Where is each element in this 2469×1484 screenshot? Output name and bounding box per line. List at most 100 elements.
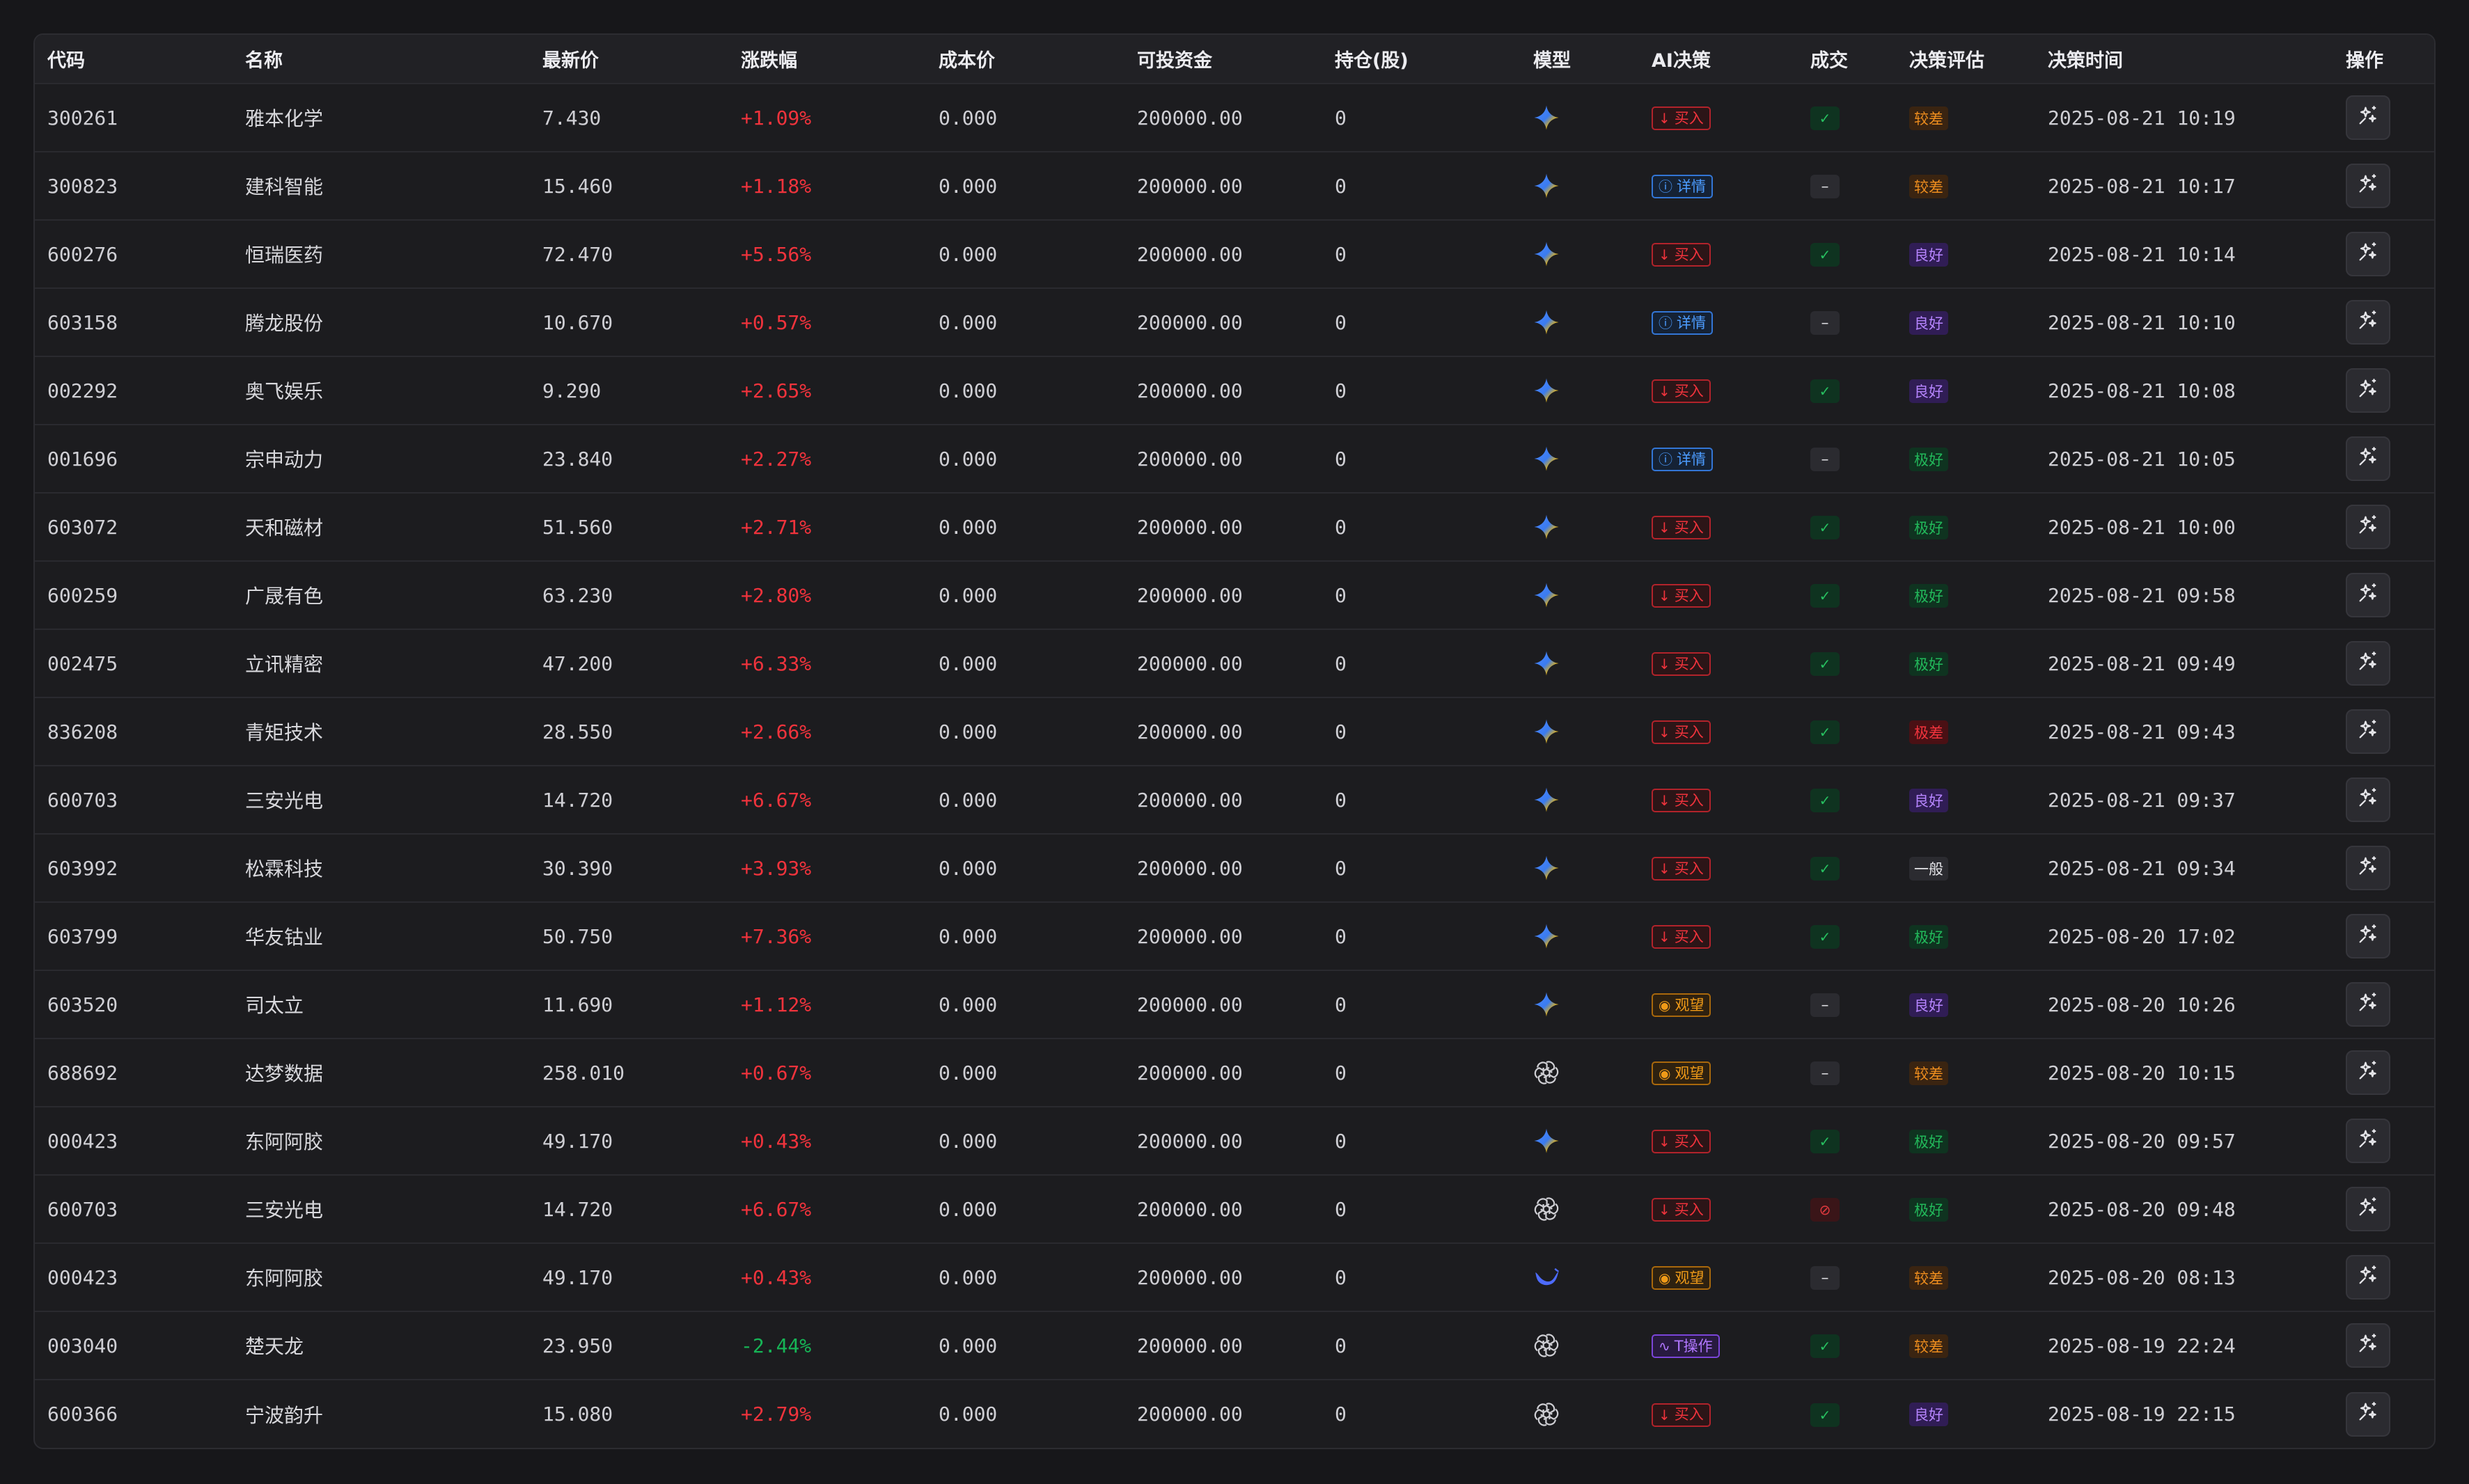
table-row[interactable]: 603072 天和磁材 51.560 +2.71% 0.000 200000.00 0 ↓ 买入…	[35, 493, 2434, 561]
ai-analyze-button[interactable]	[2346, 232, 2390, 276]
change-percent: -2.44%	[741, 1334, 812, 1357]
stock-code: 300823	[47, 174, 118, 198]
ai-decision-cell: ↓ 买入	[1639, 1107, 1798, 1175]
latest-price: 9.290	[542, 379, 602, 402]
sparkle-wand-icon	[2356, 922, 2380, 951]
ai-decision-badge[interactable]: ↓ 买入	[1652, 516, 1711, 539]
col-change[interactable]: 涨跌幅	[728, 35, 926, 84]
col-cost[interactable]: 成本价	[926, 35, 1124, 84]
ai-decision-badge[interactable]: ∿ T操作	[1652, 1334, 1720, 1358]
action-cell	[2333, 220, 2434, 288]
ai-analyze-button[interactable]	[2346, 1119, 2390, 1163]
ai-decision-badge[interactable]: ⓘ 详情	[1652, 175, 1713, 198]
model-cell	[1521, 766, 1639, 834]
gemini-model-icon	[1533, 853, 1639, 883]
ai-decision-badge[interactable]: ◉ 观望	[1652, 1266, 1711, 1290]
ai-analyze-button[interactable]	[2346, 1050, 2390, 1095]
ai-analyze-button[interactable]	[2346, 914, 2390, 958]
ai-decision-badge[interactable]: ◉ 观望	[1652, 993, 1711, 1017]
stock-code: 002475	[47, 652, 118, 675]
ai-analyze-button[interactable]	[2346, 1323, 2390, 1368]
arrow-down-icon: ↓	[1659, 587, 1670, 604]
ai-analyze-button[interactable]	[2346, 368, 2390, 413]
action-cell	[2333, 1311, 2434, 1380]
col-hold[interactable]: 持仓(股)	[1322, 35, 1521, 84]
ai-analyze-button[interactable]	[2346, 573, 2390, 617]
table-row[interactable]: 600276 恒瑞医药 72.470 +5.56% 0.000 200000.00 0 ↓ 买入…	[35, 220, 2434, 288]
eval-cell: 极好	[1897, 493, 2035, 561]
col-price[interactable]: 最新价	[530, 35, 728, 84]
ai-decision-badge[interactable]: ◉ 观望	[1652, 1061, 1711, 1085]
ai-decision-badge[interactable]: ↓ 买入	[1652, 789, 1711, 812]
table-row[interactable]: 000423 东阿阿胶 49.170 +0.43% 0.000 200000.00 0 ◉ 观望…	[35, 1243, 2434, 1311]
decision-time: 2025-08-21 09:43	[2048, 720, 2236, 743]
ai-analyze-button[interactable]	[2346, 777, 2390, 822]
ai-decision-badge[interactable]: ↓ 买入	[1652, 1403, 1711, 1427]
table-row[interactable]: 300261 雅本化学 7.430 +1.09% 0.000 200000.00 0 ↓ 买入 ✓…	[35, 84, 2434, 152]
ai-decision-badge[interactable]: ⓘ 详情	[1652, 448, 1713, 471]
decision-label: 买入	[1674, 791, 1704, 809]
col-time[interactable]: 决策时间	[2035, 35, 2333, 84]
table-row[interactable]: 600366 宁波韵升 15.080 +2.79% 0.000 200000.00 0 ↓ 买入…	[35, 1380, 2434, 1448]
table-body: 300261 雅本化学 7.430 +1.09% 0.000 200000.00 0 ↓ 买入 ✓…	[35, 84, 2434, 1448]
ai-decision-badge[interactable]: ↓ 买入	[1652, 584, 1711, 608]
decision-label: 买入	[1674, 723, 1704, 741]
ai-analyze-button[interactable]	[2346, 300, 2390, 345]
ai-decision-badge[interactable]: ↓ 买入	[1652, 379, 1711, 403]
ai-analyze-button[interactable]	[2346, 641, 2390, 686]
eval-badge: 较差	[1909, 1265, 1948, 1290]
ai-decision-badge[interactable]: ↓ 买入	[1652, 925, 1711, 949]
table-row[interactable]: 836208 青矩技术 28.550 +2.66% 0.000 200000.00 0 ↓ 买入…	[35, 697, 2434, 766]
ai-decision-cell: ↓ 买入	[1639, 1175, 1798, 1243]
table-row[interactable]: 002292 奥飞娱乐 9.290 +2.65% 0.000 200000.00 0 ↓ 买入 ✓…	[35, 356, 2434, 425]
ai-analyze-button[interactable]	[2346, 1391, 2390, 1437]
investable-funds: 200000.00	[1137, 174, 1243, 198]
decision-label: 买入	[1674, 382, 1704, 400]
table-row[interactable]: 002475 立讯精密 47.200 +6.33% 0.000 200000.00 0 ↓ 买入…	[35, 629, 2434, 697]
cost-price: 0.000	[939, 924, 998, 948]
deal-cell: –	[1798, 152, 1897, 220]
ai-decision-badge[interactable]: ↓ 买入	[1652, 243, 1711, 267]
table-row[interactable]: 600703 三安光电 14.720 +6.67% 0.000 200000.00 0 ↓ 买入…	[35, 766, 2434, 834]
col-funds[interactable]: 可投资金	[1124, 35, 1322, 84]
ai-analyze-button[interactable]	[2346, 95, 2390, 140]
col-code[interactable]: 代码	[35, 35, 233, 84]
ai-analyze-button[interactable]	[2346, 505, 2390, 549]
table-row[interactable]: 603520 司太立 11.690 +1.12% 0.000 200000.00 0 ◉ 观望 –…	[35, 970, 2434, 1039]
ai-decision-badge[interactable]: ↓ 买入	[1652, 652, 1711, 676]
ai-decision-badge[interactable]: ↓ 买入	[1652, 720, 1711, 744]
table-row[interactable]: 603799 华友钴业 50.750 +7.36% 0.000 200000.00 0 ↓ 买入…	[35, 902, 2434, 970]
ai-analyze-button[interactable]	[2346, 1255, 2390, 1300]
ai-analyze-button[interactable]	[2346, 164, 2390, 208]
table-row[interactable]: 003040 楚天龙 23.950 -2.44% 0.000 200000.00 0 ∿ T操作…	[35, 1311, 2434, 1380]
holding-shares: 0	[1335, 447, 1347, 471]
holding-shares: 0	[1335, 515, 1347, 539]
ai-analyze-button[interactable]	[2346, 1187, 2390, 1231]
table-row[interactable]: 600703 三安光电 14.720 +6.67% 0.000 200000.00 0 ↓ 买入…	[35, 1175, 2434, 1243]
table-row[interactable]: 603992 松霖科技 30.390 +3.93% 0.000 200000.00 0 ↓ 买入…	[35, 834, 2434, 902]
table-row[interactable]: 300823 建科智能 15.460 +1.18% 0.000 200000.00 0 ⓘ 详情…	[35, 152, 2434, 220]
ai-analyze-button[interactable]	[2346, 709, 2390, 754]
ai-decision-cell: ↓ 买入	[1639, 629, 1798, 697]
table-row[interactable]: 001696 宗申动力 23.840 +2.27% 0.000 200000.00 0 ⓘ 详情…	[35, 425, 2434, 493]
eval-badge: 较差	[1909, 1334, 1948, 1358]
table-row[interactable]: 688692 达梦数据 258.010 +0.67% 0.000 200000.00 0 ◉ 观…	[35, 1039, 2434, 1107]
decision-label: 买入	[1674, 587, 1704, 604]
ai-analyze-button[interactable]	[2346, 436, 2390, 481]
col-name[interactable]: 名称	[233, 35, 530, 84]
model-cell	[1521, 84, 1639, 152]
table-row[interactable]: 600259 广晟有色 63.230 +2.80% 0.000 200000.00 0 ↓ 买入…	[35, 561, 2434, 629]
ai-analyze-button[interactable]	[2346, 982, 2390, 1027]
col-action: 操作	[2346, 50, 2383, 72]
ai-decision-badge[interactable]: ⓘ 详情	[1652, 311, 1713, 335]
ai-analyze-button[interactable]	[2346, 846, 2390, 890]
table-row[interactable]: 000423 东阿阿胶 49.170 +0.43% 0.000 200000.00 0 ↓ 买入…	[35, 1107, 2434, 1175]
ai-decision-badge[interactable]: ↓ 买入	[1652, 1198, 1711, 1222]
ai-decision-badge[interactable]: ↓ 买入	[1652, 1130, 1711, 1153]
model-cell	[1521, 561, 1639, 629]
table-row[interactable]: 603158 腾龙股份 10.670 +0.57% 0.000 200000.00 0 ⓘ 详情…	[35, 288, 2434, 356]
model-cell	[1521, 1175, 1639, 1243]
ai-decision-badge[interactable]: ↓ 买入	[1652, 857, 1711, 881]
change-percent: +6.33%	[741, 652, 812, 675]
ai-decision-badge[interactable]: ↓ 买入	[1652, 106, 1711, 130]
